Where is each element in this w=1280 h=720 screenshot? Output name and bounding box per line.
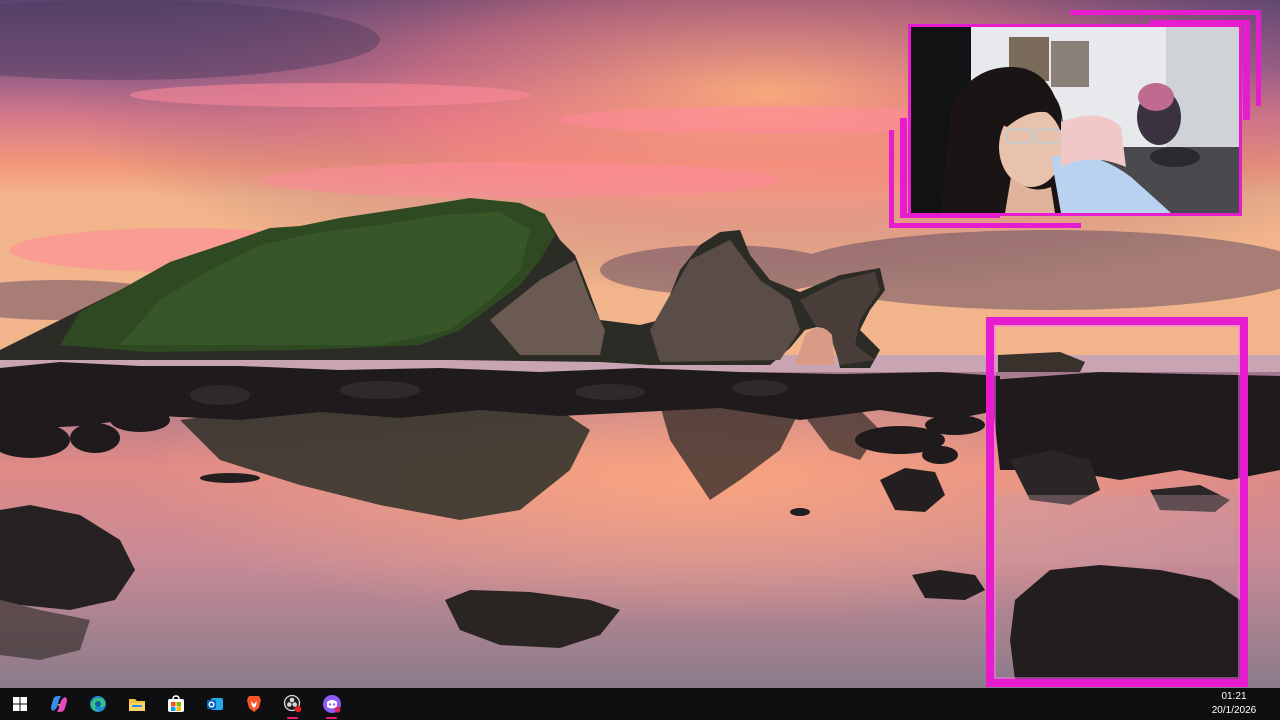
capture-overlay-inner — [994, 325, 1240, 679]
start-button[interactable] — [0, 688, 39, 720]
edge-icon — [89, 696, 106, 712]
store-icon — [167, 695, 184, 712]
overlay-accent-top — [1070, 10, 1260, 15]
folder-icon — [128, 699, 145, 711]
chat-app-button[interactable] — [312, 688, 351, 720]
capture-overlay-frame — [986, 317, 1248, 687]
microsoft-store-button[interactable] — [156, 688, 195, 720]
edge-button[interactable] — [78, 688, 117, 720]
brave-button[interactable] — [234, 688, 273, 720]
webcam-overlay — [908, 24, 1242, 216]
copilot-icon — [50, 696, 67, 712]
overlay-accent-bottom — [889, 223, 1081, 228]
overlay-accent-right — [1256, 10, 1261, 106]
chat-app-icon — [322, 695, 341, 713]
overlay-accent-left — [889, 130, 894, 228]
overlay-accent-top-inner — [1150, 20, 1250, 25]
obs-button[interactable] — [273, 688, 312, 720]
system-clock[interactable]: 01:21 20/1/2026 — [1204, 690, 1264, 718]
file-explorer-button[interactable] — [117, 688, 156, 720]
overlay-accent-bottom-inner — [900, 213, 1000, 218]
taskbar-apps — [0, 688, 351, 720]
windows-logo-icon — [12, 697, 27, 711]
brave-lion-icon — [246, 696, 261, 712]
overlay-accent-right-inner — [1243, 20, 1250, 120]
webcam-feed — [911, 27, 1239, 213]
overlay-accent-left-inner — [900, 118, 907, 218]
clock-date: 20/1/2026 — [1211, 705, 1257, 716]
clock-time: 01:21 — [1221, 691, 1247, 702]
outlook-button[interactable] — [195, 688, 234, 720]
obs-active-indicator — [287, 717, 298, 719]
chat-app-active-indicator — [326, 717, 337, 719]
taskbar — [0, 688, 1280, 720]
desktop[interactable] — [0, 0, 1280, 688]
copilot-button[interactable] — [39, 688, 78, 720]
obs-recording-icon — [283, 694, 301, 713]
outlook-icon — [206, 698, 223, 710]
